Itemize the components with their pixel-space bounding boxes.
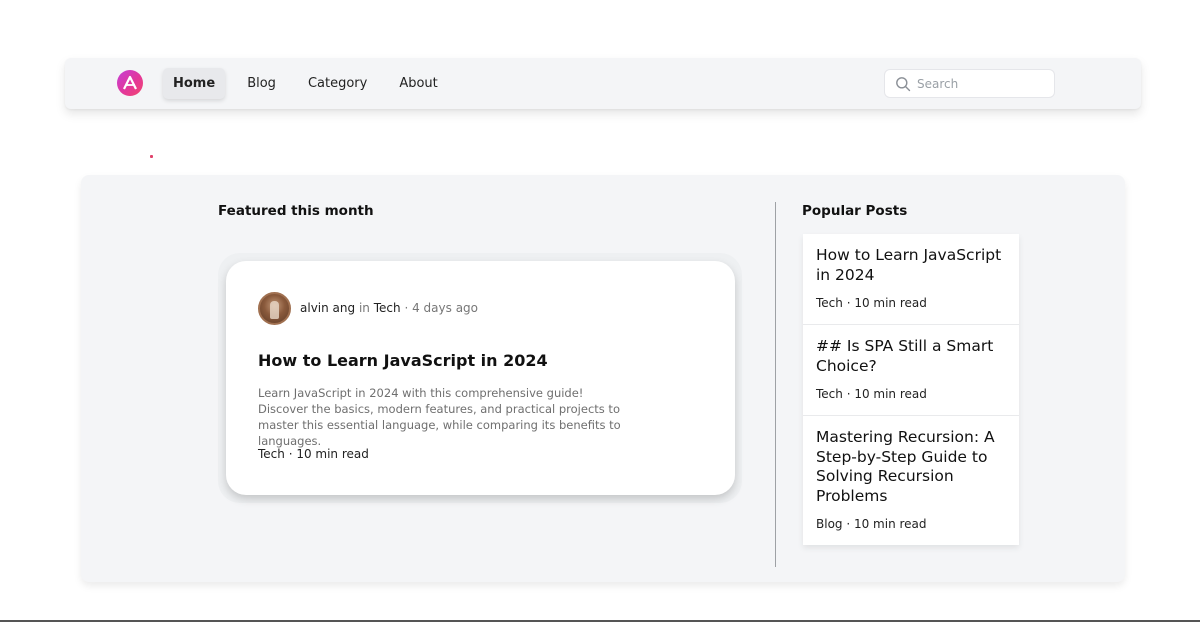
navbar: Home Blog Category About (65, 58, 1141, 109)
popular-post-title[interactable]: ## Is SPA Still a Smart Choice? (816, 337, 1006, 376)
popular-post-meta: Tech · 10 min read (816, 296, 927, 310)
popular-post-item[interactable]: How to Learn JavaScript in 2024 Tech · 1… (803, 234, 1019, 325)
nav-home-link[interactable]: Home (163, 68, 226, 99)
popular-post-meta: Blog · 10 min read (816, 517, 927, 531)
search-input[interactable] (917, 76, 1047, 91)
featured-post-excerpt: Learn JavaScript in 2024 with this compr… (258, 386, 621, 448)
post-meta: alvin ang in Tech · 4 days ago (300, 301, 478, 315)
nav-about-link[interactable]: About (389, 68, 447, 99)
post-time-ago: 4 days ago (412, 301, 479, 315)
featured-heading: Featured this month (218, 203, 374, 219)
column-divider (775, 202, 776, 567)
popular-post-meta: Tech · 10 min read (816, 387, 927, 401)
nav-links: Home Blog Category About (163, 68, 460, 99)
category-link[interactable]: Tech (374, 301, 401, 315)
decorative-dot (150, 155, 153, 158)
search-icon (895, 76, 911, 92)
avatar-figure (270, 301, 279, 319)
featured-post-title[interactable]: How to Learn JavaScript in 2024 (258, 351, 548, 370)
meta-separator: · (404, 301, 409, 315)
popular-post-title[interactable]: Mastering Recursion: A Step-by-Step Guid… (816, 428, 1006, 506)
popular-post-title[interactable]: How to Learn JavaScript in 2024 (816, 246, 1006, 285)
search-box[interactable] (884, 69, 1055, 98)
popular-heading: Popular Posts (802, 203, 908, 219)
author-avatar[interactable] (258, 292, 291, 325)
in-label: in (358, 301, 370, 315)
featured-post-card[interactable]: alvin ang in Tech · 4 days ago How to Le… (226, 261, 735, 495)
nav-blog-link[interactable]: Blog (237, 68, 286, 99)
content-panel: Featured this month alvin ang in Tech · … (81, 175, 1125, 582)
logo-icon[interactable] (117, 70, 143, 96)
popular-post-item[interactable]: Mastering Recursion: A Step-by-Step Guid… (803, 416, 1019, 545)
page: Home Blog Category About Featured this m… (0, 0, 1200, 622)
popular-post-item[interactable]: ## Is SPA Still a Smart Choice? Tech · 1… (803, 325, 1019, 416)
featured-post-tags: Tech · 10 min read (258, 447, 369, 461)
nav-category-link[interactable]: Category (298, 68, 377, 99)
featured-card-frame: alvin ang in Tech · 4 days ago How to Le… (218, 253, 742, 503)
author-name[interactable]: alvin ang (300, 301, 355, 315)
popular-posts-list: How to Learn JavaScript in 2024 Tech · 1… (803, 234, 1019, 545)
